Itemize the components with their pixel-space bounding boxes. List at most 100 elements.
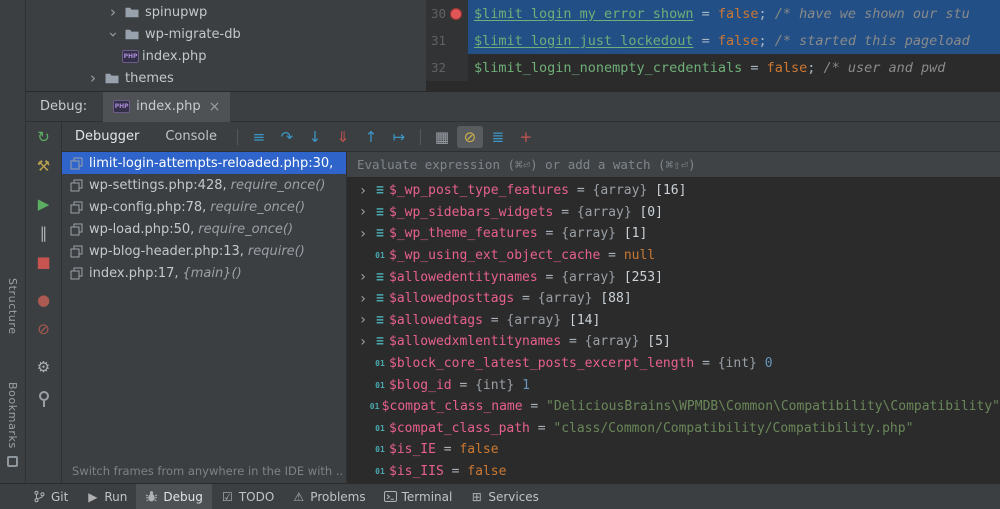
resume-program-icon[interactable]: ▶ <box>32 192 56 216</box>
variable-row[interactable]: ›≡$_wp_theme_features = {array} [1] <box>347 223 1000 245</box>
variable-value: [0] <box>639 205 662 220</box>
code-line[interactable]: $limit_login_my_error_shown = false; /* … <box>468 0 1000 27</box>
variable-row[interactable]: 01$_wp_using_ext_object_cache = null <box>347 245 1000 267</box>
structure-tool-button[interactable]: Structure <box>6 278 19 335</box>
variable-row[interactable]: ›≡$_wp_post_type_features = {array} [16] <box>347 180 1000 202</box>
frame-function: require_once() <box>231 178 326 193</box>
equals-sign: = <box>444 464 467 479</box>
tree-item-index.php[interactable]: PHPindex.php <box>26 45 426 67</box>
chevron-down-icon[interactable]: › <box>106 25 121 43</box>
stack-frame-item[interactable]: index.php:17,{main}() <box>62 262 346 284</box>
debug-icon <box>145 490 158 503</box>
variable-row[interactable]: ›≡$allowedxmlentitynames = {array} [5] <box>347 331 1000 353</box>
left-tool-stripe: Structure Bookmarks <box>0 0 26 483</box>
build-project-icon[interactable]: ⚒ <box>32 154 56 178</box>
step-over-icon[interactable]: ↷ <box>274 126 300 148</box>
rerun-debugger-icon[interactable]: ↻ <box>32 125 56 149</box>
code-line[interactable]: $limit_login_nonempty_credentials = fals… <box>468 54 1000 81</box>
stop-program-icon[interactable]: ■ <box>32 250 56 274</box>
show-execution-point-icon[interactable]: ≡ <box>246 126 272 148</box>
variable-row[interactable]: 01$compat_class_path = "class/Common/Com… <box>347 418 1000 440</box>
variable-name: $allowedxmlentitynames <box>389 334 561 349</box>
variable-row[interactable]: 01$compat_class_name = "DeliciousBrains\… <box>347 396 1000 418</box>
stack-frame-icon <box>70 223 89 236</box>
force-step-into-icon[interactable]: ⇓ <box>330 126 356 148</box>
chevron-right-icon[interactable]: › <box>355 334 371 350</box>
add-watch-icon[interactable]: + <box>513 126 539 148</box>
pause-program-icon[interactable]: ‖ <box>32 221 56 245</box>
frame-location: wp-config.php:78, <box>89 200 206 215</box>
statusbar-todo-button[interactable]: ☑TODO <box>212 484 283 509</box>
stack-frame-item[interactable]: wp-blog-header.php:13,require() <box>62 240 346 262</box>
variable-row[interactable]: ›≡$_wp_sidebars_widgets = {array} [0] <box>347 202 1000 224</box>
mute-breakpoints-icon[interactable]: ⊘ <box>32 317 56 341</box>
debugger-settings-icon[interactable]: ⚙ <box>32 355 56 379</box>
evaluate-expression-icon[interactable]: ≣ <box>485 126 511 148</box>
statusbar-git-button[interactable]: Git <box>24 484 77 509</box>
variable-row[interactable]: 01$is_IIS = false <box>347 461 1000 483</box>
statusbar-debug-button[interactable]: Debug <box>136 484 211 509</box>
variables-list: ›≡$_wp_post_type_features = {array} [16]… <box>347 178 1000 483</box>
tab-debugger[interactable]: Debugger <box>62 122 152 152</box>
stack-frame-item[interactable]: limit-login-attempts-reloaded.php:30, <box>62 152 346 174</box>
stack-frame-item[interactable]: wp-load.php:50,require_once() <box>62 218 346 240</box>
variable-row[interactable]: ›≡$allowedtags = {array} [14] <box>347 310 1000 332</box>
tree-item-spinupwp[interactable]: ›spinupwp <box>26 1 426 23</box>
view-breakpoints-icon[interactable]: ● <box>32 288 56 312</box>
debug-tab-index-php[interactable]: PHP index.php × <box>103 92 230 122</box>
top-section: ›spinupwp›wp-migrate-dbPHPindex.php›them… <box>26 0 1000 92</box>
run-to-cursor-icon[interactable]: ↦ <box>386 126 412 148</box>
step-out-icon[interactable]: ↑ <box>358 126 384 148</box>
statusbar-run-button[interactable]: ▶Run <box>77 484 136 509</box>
variable-name: $_wp_sidebars_widgets <box>389 205 553 220</box>
variable-row[interactable]: ›≡$allowedposttags = {array} [88] <box>347 288 1000 310</box>
breakpoint-icon[interactable] <box>446 0 466 27</box>
statusbar-button-label: Git <box>51 490 68 504</box>
close-icon[interactable]: × <box>209 99 221 115</box>
variable-row[interactable]: 01$block_core_latest_posts_excerpt_lengt… <box>347 353 1000 375</box>
chevron-right-icon[interactable]: › <box>355 183 371 199</box>
statusbar-services-button[interactable]: ⊞Services <box>461 484 548 509</box>
mute-breakpoints-icon[interactable]: ⊘ <box>457 126 483 148</box>
tree-item-themes[interactable]: ›themes <box>26 67 426 89</box>
equals-sign: = <box>514 291 537 306</box>
statusbar-terminal-button[interactable]: Terminal <box>375 484 462 509</box>
variable-row[interactable]: 01$is_IE = false <box>347 439 1000 461</box>
variable-name: $_wp_post_type_features <box>389 183 569 198</box>
chevron-right-icon[interactable]: › <box>355 269 371 285</box>
primitive-type-icon: 01 <box>371 381 389 390</box>
frame-function: require_once() <box>198 222 293 237</box>
variable-name: $allowedtags <box>389 313 483 328</box>
frame-function: require_once() <box>210 200 305 215</box>
pin-tab-icon[interactable] <box>32 384 56 408</box>
equals-sign: = <box>553 205 576 220</box>
chevron-right-icon[interactable]: › <box>355 226 371 242</box>
variable-row[interactable]: 01$blog_id = {int} 1 <box>347 374 1000 396</box>
tool-window-icon[interactable] <box>7 456 18 467</box>
bookmarks-tool-button[interactable]: Bookmarks <box>6 382 19 449</box>
view-breakpoints-icon[interactable]: ▦ <box>429 126 455 148</box>
chevron-right-icon[interactable]: › <box>84 71 102 86</box>
code-segment: /* user and pwd <box>824 60 954 76</box>
statusbar-problems-button[interactable]: ⚠Problems <box>283 484 374 509</box>
step-into-icon[interactable]: ↓ <box>302 126 328 148</box>
line-number: 31 <box>426 33 446 48</box>
variable-row[interactable]: ›≡$allowedentitynames = {array} [253] <box>347 266 1000 288</box>
variable-name: $blog_id <box>389 378 452 393</box>
chevron-right-icon[interactable]: › <box>355 312 371 328</box>
tree-item-wp-migrate-db[interactable]: ›wp-migrate-db <box>26 23 426 45</box>
equals-sign: = <box>523 399 546 414</box>
equals-sign: = <box>452 378 475 393</box>
evaluate-expression-bar[interactable]: Evaluate expression (⌘⏎) or add a watch … <box>347 152 1000 178</box>
stack-frame-item[interactable]: wp-settings.php:428,require_once() <box>62 174 346 196</box>
tab-console[interactable]: Console <box>152 122 230 152</box>
stack-frame-item[interactable]: wp-config.php:78, require_once() <box>62 196 346 218</box>
chevron-right-icon[interactable]: › <box>355 291 371 307</box>
chevron-right-icon[interactable]: › <box>355 204 371 220</box>
code-line[interactable]: $limit_login_just_lockedout = false; /* … <box>468 27 1000 54</box>
frame-location: wp-blog-header.php:13, <box>89 244 244 259</box>
line-number: 30 <box>426 6 446 21</box>
frames-hint: Switch frames from anywhere in the IDE w… <box>72 464 343 478</box>
primitive-type-icon: 01 <box>371 424 389 433</box>
chevron-right-icon[interactable]: › <box>104 5 122 20</box>
